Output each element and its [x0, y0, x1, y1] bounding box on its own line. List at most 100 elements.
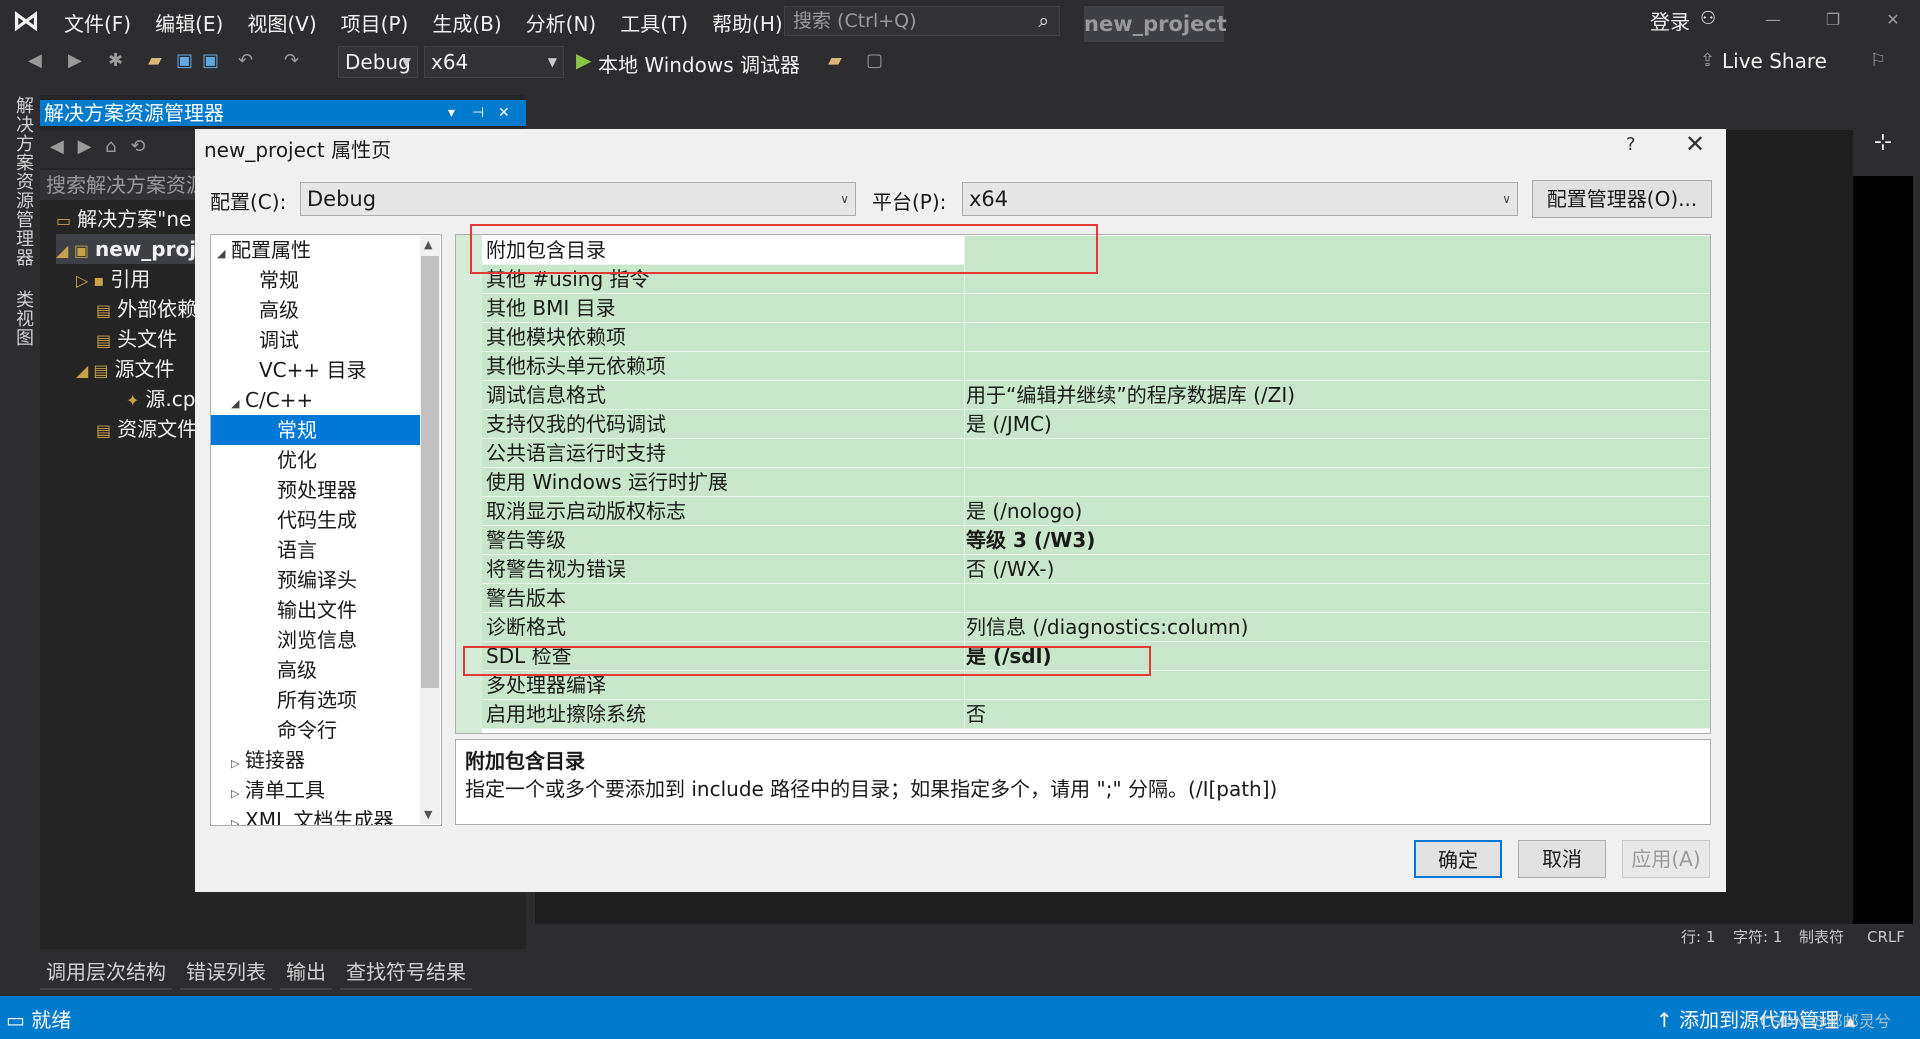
dialog-close-icon[interactable]: ✕: [1685, 130, 1705, 158]
tree-item-label: 高级: [259, 298, 299, 322]
chevron-down-icon: ∨: [840, 192, 849, 206]
tab-call-hierarchy[interactable]: 调用层次结构: [40, 954, 172, 990]
help-button[interactable]: ?: [1626, 134, 1636, 155]
menu-item[interactable]: 生成(B): [420, 8, 513, 37]
property-row[interactable]: 警告版本: [482, 584, 1710, 613]
file-icon: ▷ ▪: [76, 271, 105, 290]
save-icon[interactable]: ▣: [176, 50, 193, 71]
tab-class-view[interactable]: 类视图: [8, 290, 36, 347]
tree-scroll-thumb[interactable]: [421, 256, 439, 688]
tree-item[interactable]: 优化: [211, 445, 421, 475]
menu-item[interactable]: 帮助(H): [700, 8, 795, 37]
property-row[interactable]: 其他模块依赖项: [482, 323, 1710, 352]
window-icon[interactable]: ▢: [866, 50, 883, 71]
redo-icon[interactable]: ↷: [284, 50, 299, 71]
folder-icon[interactable]: ▰: [828, 50, 842, 71]
ok-button[interactable]: 确定: [1414, 840, 1502, 878]
property-row[interactable]: 调试信息格式 用于“编辑并继续”的程序数据库 (/ZI): [482, 381, 1710, 410]
forward-icon[interactable]: ▶: [78, 136, 92, 157]
scroll-up-icon[interactable]: ▲: [424, 238, 432, 251]
new-project-icon[interactable]: ✱: [108, 50, 123, 71]
tree-item[interactable]: 预编译头: [211, 565, 421, 595]
tab-output[interactable]: 输出: [280, 954, 332, 990]
tab-error-list[interactable]: 错误列表: [180, 954, 272, 990]
cancel-button[interactable]: 取消: [1518, 840, 1606, 878]
menu-item[interactable]: 项目(P): [329, 8, 421, 37]
expand-arrow-icon[interactable]: ▷: [231, 809, 245, 825]
tab-solution-explorer[interactable]: 解决方案资源管理器: [8, 96, 36, 267]
tree-item[interactable]: ▷ 清单工具: [211, 775, 421, 805]
live-share-icon[interactable]: ⇪: [1700, 50, 1715, 71]
tree-item[interactable]: 高级: [211, 295, 421, 325]
live-share-button[interactable]: Live Share: [1722, 49, 1827, 73]
menu-item[interactable]: 文件(F): [52, 8, 143, 37]
back-icon[interactable]: ◀: [28, 50, 42, 71]
tree-item[interactable]: 输出文件: [211, 595, 421, 625]
back-icon[interactable]: ◀: [50, 136, 64, 157]
tree-item[interactable]: 浏览信息: [211, 625, 421, 655]
play-icon[interactable]: ▶: [576, 48, 591, 72]
platform-combo[interactable]: x64 ▼: [424, 46, 564, 78]
split-icon[interactable]: ⊹: [1853, 130, 1913, 176]
config-manager-button[interactable]: 配置管理器(O)...: [1532, 180, 1712, 218]
undo-icon[interactable]: ↶: [238, 50, 253, 71]
apply-button[interactable]: 应用(A): [1622, 840, 1710, 878]
property-row[interactable]: 诊断格式 列信息 (/diagnostics:column): [482, 613, 1710, 642]
tree-item[interactable]: 调试: [211, 325, 421, 355]
menu-item[interactable]: 编辑(E): [143, 8, 235, 37]
tree-item[interactable]: 高级: [211, 655, 421, 685]
tree-item[interactable]: ▷ 链接器: [211, 745, 421, 775]
tree-item[interactable]: 命令行: [211, 715, 421, 745]
tree-item[interactable]: VC++ 目录: [211, 355, 421, 385]
tab-find-symbol-results[interactable]: 查找符号结果: [340, 954, 472, 990]
tree-item[interactable]: 预处理器: [211, 475, 421, 505]
login-button[interactable]: 登录: [1650, 6, 1690, 35]
property-row[interactable]: 其他 BMI 目录: [482, 294, 1710, 323]
property-row[interactable]: 其他标头单元依赖项: [482, 352, 1710, 381]
visual-studio-logo-icon: ⋈: [12, 4, 40, 37]
property-row[interactable]: 支持仅我的代码调试 是 (/JMC): [482, 410, 1710, 439]
line-indicator: 行: 1: [1681, 928, 1716, 946]
property-category-tree: ◢ 配置属性 常规 高级 调试 VC++ 目录 ◢ C/C++ 常规 优化 预处理器 代码生成 语言 预编…: [210, 234, 442, 826]
tree-item[interactable]: 语言: [211, 535, 421, 565]
column-divider: [964, 410, 965, 439]
property-row[interactable]: 取消显示启动版权标志 是 (/nologo): [482, 497, 1710, 526]
menu-item[interactable]: 工具(T): [608, 8, 700, 37]
minimize-icon[interactable]: —: [1758, 10, 1788, 29]
platform-select[interactable]: x64 ∨: [962, 182, 1518, 216]
close-window-icon[interactable]: ✕: [1878, 10, 1908, 29]
menu-item[interactable]: 视图(V): [235, 8, 328, 37]
menu-item[interactable]: 分析(N): [514, 8, 609, 37]
home-icon[interactable]: ⌂: [105, 136, 116, 157]
property-value: 否: [966, 702, 986, 726]
user-icon[interactable]: ⚇: [1700, 8, 1716, 29]
close-icon[interactable]: ✕: [498, 100, 510, 126]
dialog-title: new_project 属性页: [204, 138, 392, 162]
sync-icon[interactable]: ⟲: [130, 136, 145, 157]
tree-item[interactable]: ◢ C/C++: [211, 385, 421, 415]
property-row[interactable]: 使用 Windows 运行时扩展: [482, 468, 1710, 497]
pin-icon[interactable]: ⊣: [472, 100, 484, 126]
search-input[interactable]: 搜索 (Ctrl+Q) ⌕: [784, 6, 1060, 36]
tree-item[interactable]: 代码生成: [211, 505, 421, 535]
dropdown-icon[interactable]: ▾: [448, 100, 455, 126]
tree-item[interactable]: ▷ XML 文档生成器: [211, 805, 421, 825]
tree-item[interactable]: 所有选项: [211, 685, 421, 715]
scroll-down-icon[interactable]: ▼: [424, 808, 432, 821]
property-row[interactable]: 公共语言运行时支持: [482, 439, 1710, 468]
property-name: 其他模块依赖项: [486, 325, 626, 349]
open-folder-icon[interactable]: ▰: [148, 50, 162, 71]
restore-icon[interactable]: ❐: [1818, 10, 1848, 29]
save-all-icon[interactable]: ▣: [202, 50, 219, 71]
tree-item[interactable]: ◢ 配置属性: [211, 235, 421, 265]
config-select[interactable]: Debug ∨: [300, 182, 856, 216]
tree-item[interactable]: 常规: [211, 265, 421, 295]
config-combo[interactable]: Debug ▼: [338, 46, 418, 78]
feedback-icon[interactable]: ⚐: [1870, 50, 1886, 71]
forward-icon[interactable]: ▶: [68, 50, 82, 71]
property-row[interactable]: 警告等级 等级 3 (/W3): [482, 526, 1710, 555]
property-row[interactable]: 将警告视为错误 否 (/WX-): [482, 555, 1710, 584]
property-row[interactable]: 启用地址擦除系统 否: [482, 700, 1710, 729]
tree-item[interactable]: 常规: [211, 415, 421, 445]
start-debugger-button[interactable]: 本地 Windows 调试器: [598, 49, 800, 78]
